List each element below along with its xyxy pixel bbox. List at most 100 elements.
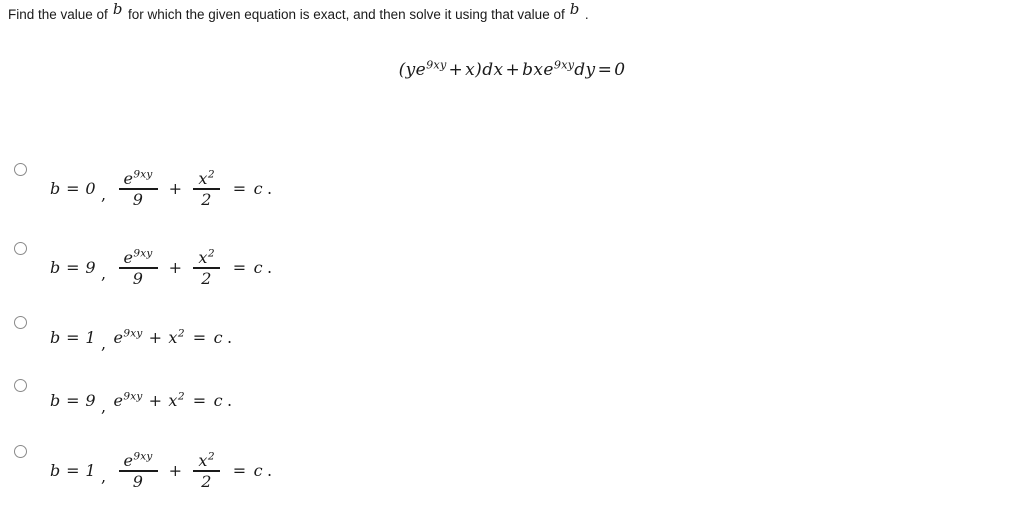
option-5-fraction-1-denominator: 9	[132, 471, 144, 491]
radio-button-option-3[interactable]	[14, 316, 27, 329]
option-2-fraction-2-denominator: 2	[201, 268, 212, 288]
option-4-term2-base: x	[168, 391, 178, 410]
option-2-frac1-exponent: 9xy	[133, 247, 153, 260]
option-2-equals: =	[232, 258, 247, 278]
option-4-period: .	[226, 391, 233, 410]
option-4-plus: +	[148, 391, 163, 410]
answer-option-5[interactable]: b = 1 , e9xy 9 + x2 2 = c .	[0, 432, 1024, 511]
radio-button-option-5[interactable]	[14, 445, 27, 458]
option-2-fraction-1-denominator: 9	[132, 268, 144, 288]
option-1-frac1-base: e	[123, 169, 134, 188]
option-5-fraction-2-numerator: x2	[193, 450, 219, 470]
option-3-term1: e9xy	[114, 328, 143, 347]
option-2-frac2-base: x	[198, 248, 208, 267]
option-1-period: .	[266, 179, 273, 199]
option-1-frac1-exponent: 9xy	[133, 168, 153, 181]
option-4-content: b = 9 , e9xy + x2 = c .	[50, 391, 233, 416]
equation-term1-exponent: 9xy	[426, 58, 447, 72]
equation-equals: =	[597, 60, 613, 80]
equation-dx: dx	[482, 60, 504, 80]
option-1-equals: =	[232, 179, 247, 199]
option-2-fraction-2: x2 2	[193, 247, 220, 288]
option-2-comma: ,	[101, 264, 107, 284]
option-3-term1-base: e	[113, 328, 124, 347]
equation-term3-base: bxe	[522, 60, 554, 80]
option-1-content: b = 0 , e9xy 9 + x2 2 = c .	[50, 168, 273, 209]
option-2-period: .	[266, 258, 273, 278]
option-3-comma: ,	[101, 334, 107, 353]
option-5-equals: =	[232, 461, 247, 481]
radio-button-option-2[interactable]	[14, 242, 27, 255]
equation-term1-base: ye	[405, 60, 427, 80]
option-3-equals: =	[192, 328, 207, 347]
option-1-fraction-1: e9xy 9	[118, 168, 158, 209]
prompt-variable-b-first: b	[112, 0, 123, 18]
option-5-frac1-exponent: 9xy	[133, 450, 153, 463]
option-1-frac2-base: x	[198, 169, 208, 188]
answer-options-list: b = 0 , e9xy 9 + x2 2 = c . b = 9 , e9xy	[0, 148, 1024, 511]
option-4-result: c	[213, 391, 223, 410]
equation-open-paren: (	[398, 60, 406, 80]
option-4-equals: =	[192, 391, 207, 410]
equation-plus-1: +	[448, 60, 464, 80]
option-3-term1-exponent: 9xy	[123, 327, 143, 340]
option-5-content: b = 1 , e9xy 9 + x2 2 = c .	[50, 450, 273, 491]
option-1-result: c	[253, 179, 263, 199]
option-5-period: .	[266, 461, 273, 481]
option-4-term2-exponent: 2	[177, 390, 185, 403]
option-1-fraction-2-numerator: x2	[193, 168, 219, 188]
option-5-fraction-2-denominator: 2	[201, 471, 212, 491]
option-5-frac2-base: x	[198, 451, 208, 470]
option-4-term1-exponent: 9xy	[123, 390, 143, 403]
answer-option-1[interactable]: b = 0 , e9xy 9 + x2 2 = c .	[0, 148, 1024, 227]
option-2-content: b = 9 , e9xy 9 + x2 2 = c .	[50, 247, 273, 288]
option-5-fraction-1: e9xy 9	[118, 450, 158, 491]
option-4-comma: ,	[101, 397, 107, 416]
option-3-term2-base: x	[168, 328, 178, 347]
option-3-term2-exponent: 2	[177, 327, 185, 340]
option-5-plus: +	[168, 461, 183, 481]
option-2-plus: +	[168, 258, 183, 278]
prompt-variable-b-second: b	[569, 0, 580, 18]
radio-button-option-4[interactable]	[14, 379, 27, 392]
option-2-result: c	[253, 258, 263, 278]
option-2-frac2-exponent: 2	[207, 247, 215, 260]
equation-term2: x	[465, 60, 476, 80]
option-3-period: .	[226, 328, 233, 347]
option-5-frac1-base: e	[123, 451, 134, 470]
option-4-term2: x2	[168, 391, 184, 410]
prompt-text-period: .	[584, 7, 589, 22]
option-3-term2: x2	[168, 328, 184, 347]
option-1-b-value: b = 0	[50, 179, 96, 199]
equation-dy: dy	[574, 60, 596, 80]
option-5-b-value: b = 1	[50, 461, 96, 481]
option-3-content: b = 1 , e9xy + x2 = c .	[50, 328, 233, 353]
option-4-term1: e9xy	[114, 391, 143, 410]
option-5-comma: ,	[101, 467, 107, 487]
option-3-plus: +	[148, 328, 163, 347]
option-1-fraction-1-numerator: e9xy	[119, 168, 158, 188]
equation-term3-exponent: 9xy	[553, 58, 575, 72]
option-3-result: c	[213, 328, 223, 347]
option-1-frac2-exponent: 2	[207, 168, 215, 181]
answer-option-2[interactable]: b = 9 , e9xy 9 + x2 2 = c .	[0, 227, 1024, 306]
option-4-term1-base: e	[113, 391, 124, 410]
option-1-fraction-2-denominator: 2	[201, 189, 212, 209]
equation-zero: 0	[614, 60, 626, 80]
option-1-fraction-2: x2 2	[193, 168, 220, 209]
option-3-b-value: b = 1	[50, 328, 96, 347]
option-2-fraction-1: e9xy 9	[118, 247, 158, 288]
option-2-fraction-1-numerator: e9xy	[119, 247, 158, 267]
option-1-fraction-1-denominator: 9	[132, 189, 144, 209]
answer-option-3[interactable]: b = 1 , e9xy + x2 = c .	[0, 306, 1024, 369]
option-5-result: c	[253, 461, 263, 481]
equation-plus-2: +	[505, 60, 521, 80]
option-5-fraction-1-numerator: e9xy	[119, 450, 158, 470]
question-prompt: Find the value of b for which the given eq…	[8, 1, 589, 23]
option-1-plus: +	[168, 179, 183, 199]
radio-button-option-1[interactable]	[14, 163, 27, 176]
answer-option-4[interactable]: b = 9 , e9xy + x2 = c .	[0, 369, 1024, 432]
option-5-frac2-exponent: 2	[207, 450, 215, 463]
option-2-frac1-base: e	[123, 248, 134, 267]
option-1-comma: ,	[101, 185, 107, 205]
